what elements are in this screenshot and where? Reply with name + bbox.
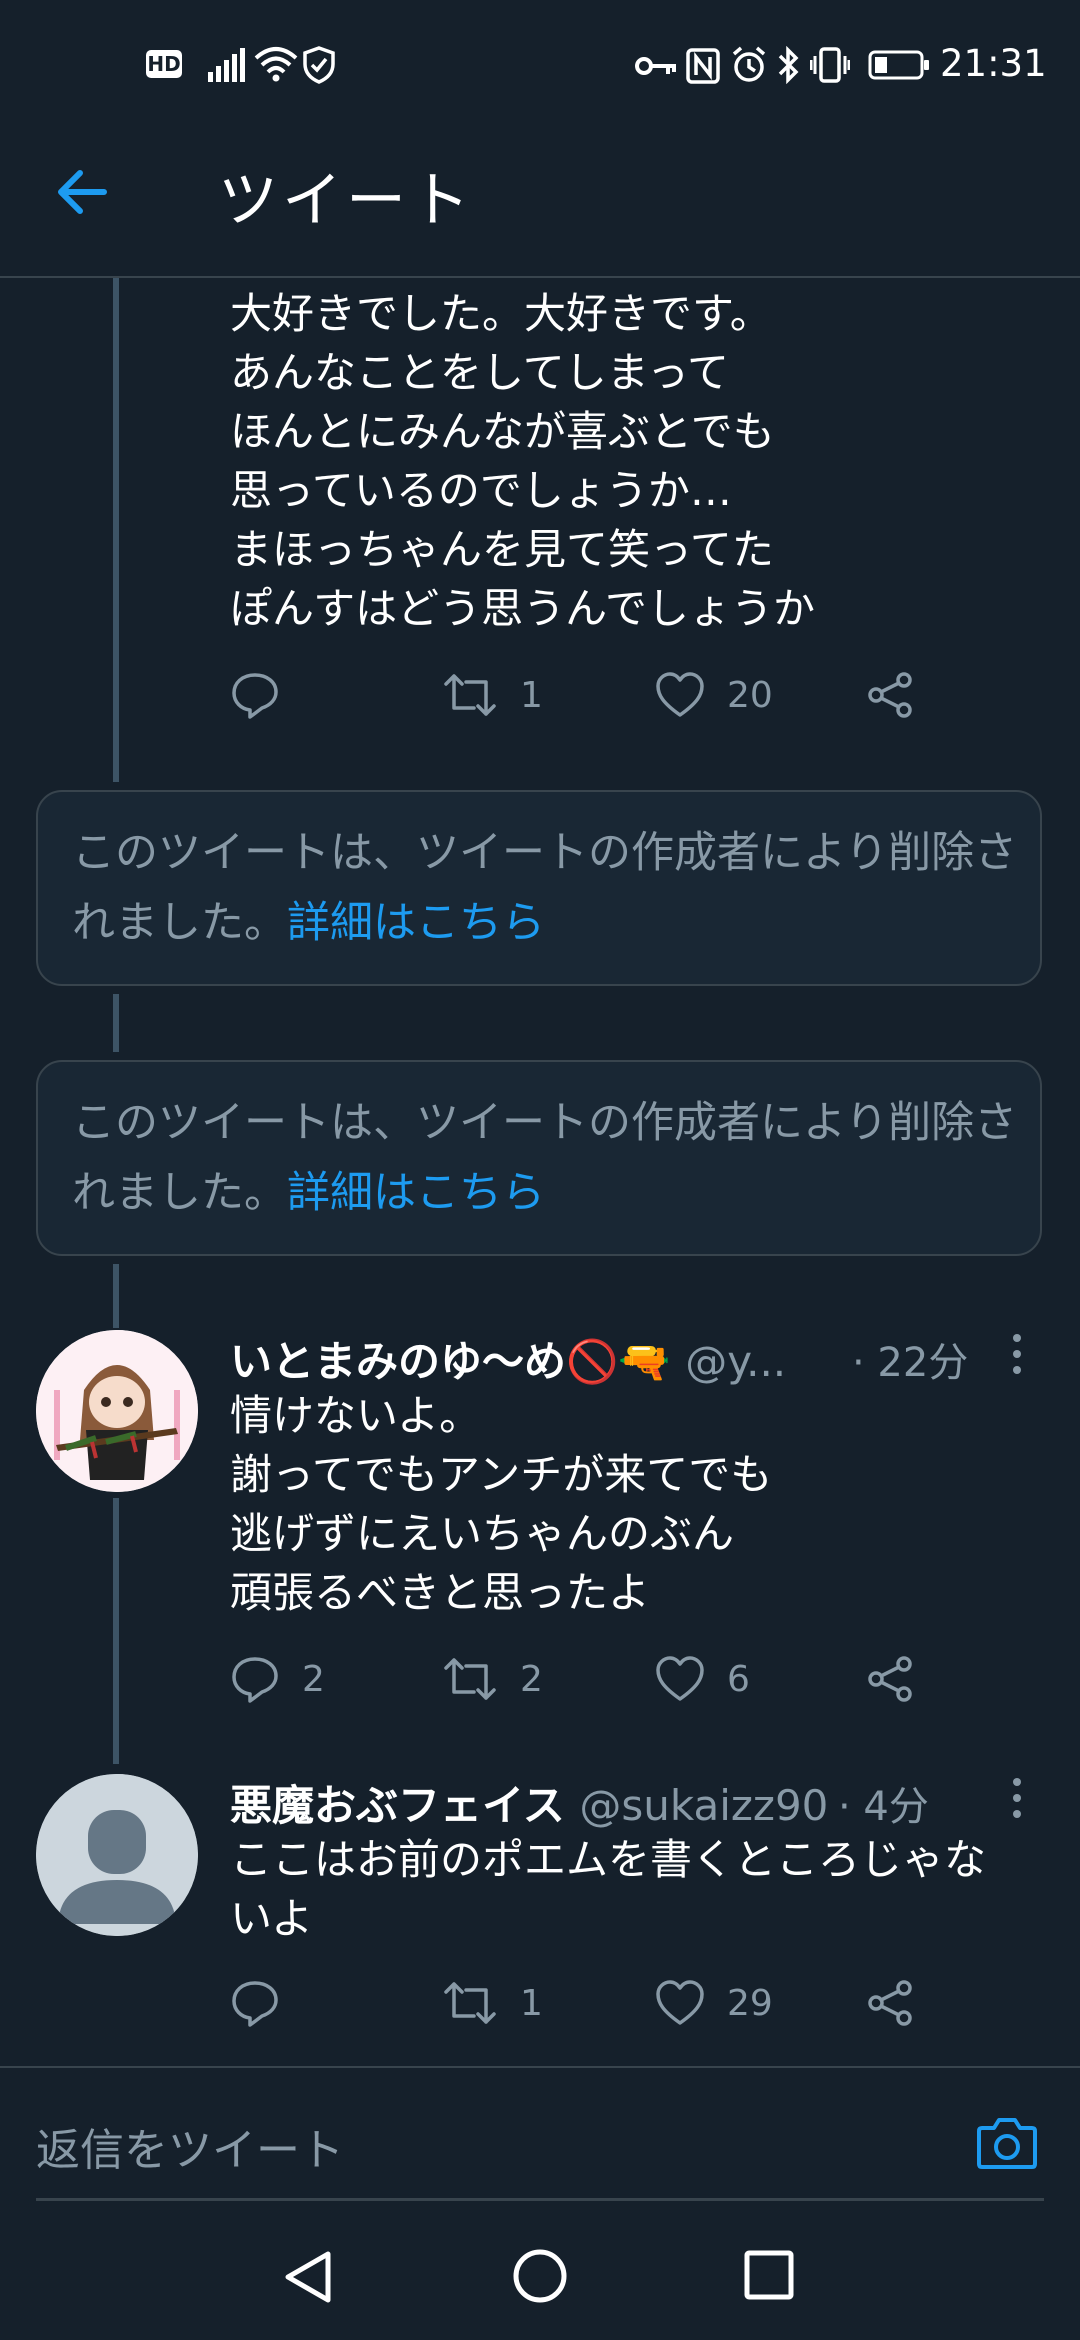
deleted-tweet-notice: このツイートは、ツイートの作成者により削除されました。詳細はこちら (36, 1060, 1042, 1256)
more-options-icon[interactable] (1010, 1334, 1024, 1374)
retweet-icon (444, 1658, 496, 1700)
tweet-author[interactable]: 悪魔おぶフェイス @sukaizz90 (230, 1772, 828, 1833)
battery-icon (868, 50, 930, 80)
like-icon (656, 1980, 704, 2025)
reply-underline (36, 2198, 1044, 2201)
like-icon (656, 672, 704, 717)
reply-button[interactable] (230, 1968, 302, 2038)
like-button[interactable]: 20 (655, 660, 773, 730)
alarm-icon (730, 46, 768, 84)
key-icon (634, 52, 678, 80)
top-app-bar: ツイート (0, 108, 1080, 278)
retweet-button[interactable]: 1 (442, 1968, 543, 2038)
like-button[interactable]: 6 (655, 1644, 750, 1714)
page-title: ツイート (218, 166, 474, 236)
tweet-actions: 2 2 6 (230, 1644, 950, 1714)
like-icon (656, 1656, 704, 1701)
system-nav-bar (0, 2206, 1080, 2340)
deleted-tweet-notice: このツイートは、ツイートの作成者により削除されました。詳細はこちら (36, 790, 1042, 986)
reply-count: 2 (302, 1658, 325, 1700)
reply-icon (232, 1981, 278, 2027)
like-count: 6 (727, 1658, 750, 1700)
share-button[interactable] (866, 660, 916, 730)
back-arrow-icon[interactable] (52, 162, 112, 222)
author-handle: @sukaizz90 (579, 1781, 829, 1830)
tweet-author[interactable]: いとまみのゆ〜め🚫🔫 @y... (230, 1328, 786, 1389)
like-count: 29 (727, 1982, 773, 2024)
share-button[interactable] (866, 1644, 916, 1714)
shield-check-icon (302, 46, 336, 84)
nav-recents-icon[interactable] (744, 2250, 794, 2304)
camera-icon[interactable] (976, 2114, 1038, 2174)
avatar[interactable] (36, 1330, 198, 1492)
author-emoji: 🚫🔫 (566, 1337, 671, 1386)
tweet-text: ここはお前のポエムを書くところじゃな いよ (230, 1835, 987, 1943)
tweet-text: 大好きでした。大好きです。 あんなことをしてしまって ほんとにみんなが喜ぶとでも… (230, 289, 816, 633)
hd-voice-icon: HD (146, 50, 182, 78)
details-link[interactable]: 詳細はこちら (287, 898, 545, 948)
share-button[interactable] (866, 1968, 916, 2038)
thread-connector (113, 1498, 119, 1764)
author-name: 悪魔おぶフェイス (230, 1781, 565, 1830)
retweet-count: 2 (520, 1658, 543, 1700)
retweet-count: 1 (520, 674, 543, 716)
thread-connector (113, 278, 119, 782)
reply-button[interactable]: 2 (230, 1644, 325, 1714)
wifi-icon (254, 46, 298, 82)
reply-input[interactable]: 返信をツイート (36, 2114, 344, 2178)
retweet-icon (444, 1982, 496, 2024)
share-icon (868, 1656, 912, 1702)
nav-back-icon[interactable] (280, 2248, 334, 2310)
tweet-text: 情けないよ。 謝ってでもアンチが来てでも 逃げずにえいちゃんのぶん 頑張るべきと… (230, 1391, 773, 1617)
more-options-icon[interactable] (1010, 1778, 1024, 1818)
status-bar: HD 21:31 (0, 0, 1080, 108)
tweet-time: · 22分 (852, 1340, 969, 1386)
like-count: 20 (727, 674, 773, 716)
author-handle: @y... (685, 1337, 787, 1386)
thread-connector (113, 994, 119, 1052)
nfc-icon (686, 48, 720, 84)
share-icon (868, 1980, 912, 2026)
tweet-actions: 1 20 (230, 660, 950, 730)
nav-home-icon[interactable] (512, 2248, 568, 2308)
tweet-actions: 1 29 (230, 1968, 950, 2038)
tweet-time: · 4分 (838, 1784, 929, 1830)
thread-connector (113, 1264, 119, 1328)
share-icon (868, 672, 912, 718)
bluetooth-icon (776, 46, 800, 84)
like-button[interactable]: 29 (655, 1968, 773, 2038)
reply-icon (232, 1657, 278, 1703)
avatar[interactable] (36, 1774, 198, 1936)
retweet-button[interactable]: 2 (442, 1644, 543, 1714)
details-link[interactable]: 詳細はこちら (287, 1168, 545, 1218)
clock-time: 21:31 (940, 42, 1047, 85)
retweet-icon (444, 674, 496, 716)
retweet-count: 1 (520, 1982, 543, 2024)
reply-composer: 返信をツイート (0, 2066, 1080, 2208)
retweet-button[interactable]: 1 (442, 660, 543, 730)
reply-icon (232, 673, 278, 719)
signal-icon (208, 48, 246, 82)
vibrate-icon (810, 46, 850, 84)
reply-button[interactable] (230, 660, 302, 730)
author-name: いとまみのゆ〜め (230, 1337, 567, 1386)
